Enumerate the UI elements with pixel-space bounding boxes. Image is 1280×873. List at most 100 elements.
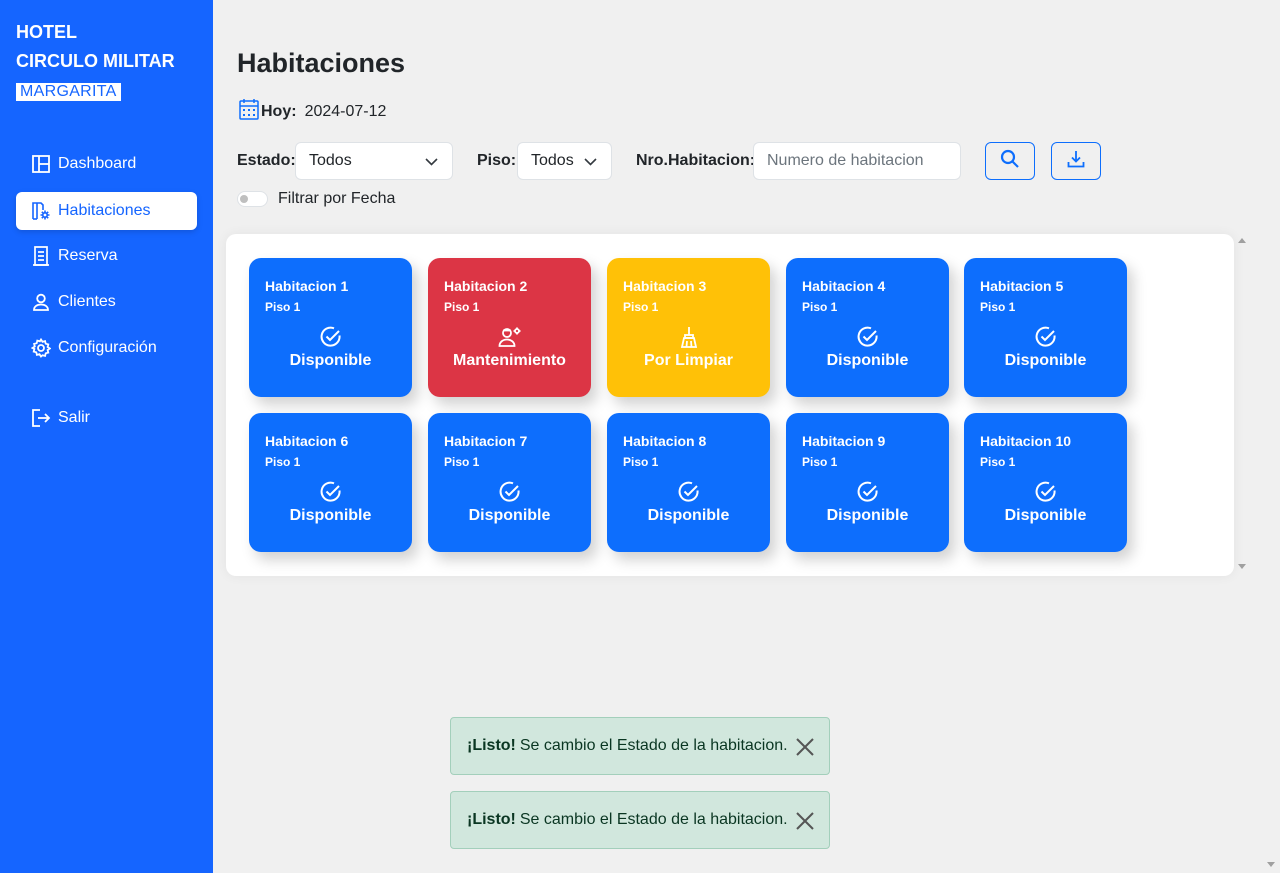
- room-name: Habitacion 5: [980, 278, 1064, 294]
- room-name: Habitacion 3: [623, 278, 707, 294]
- room-name: Habitacion 4: [802, 278, 886, 294]
- sidebar-item-habitaciones[interactable]: Habitaciones: [16, 192, 197, 230]
- check-circle-icon: [249, 326, 412, 348]
- brand-line-2: CIRCULO MILITAR: [16, 51, 175, 71]
- today-value: 2024-07-12: [304, 102, 387, 120]
- page-title: Habitaciones: [237, 48, 406, 78]
- user-icon: [31, 292, 51, 312]
- room-floor: Piso 1: [802, 300, 838, 314]
- room-name: Habitacion 1: [265, 278, 349, 294]
- success-toast: ¡Listo! Se cambio el Estado de la habita…: [450, 791, 830, 849]
- room-floor: Piso 1: [265, 455, 301, 469]
- check-circle-icon: [428, 481, 591, 503]
- chevron-down-icon: [425, 155, 438, 173]
- room-floor: Piso 1: [623, 455, 659, 469]
- search-icon: [1000, 149, 1020, 174]
- estado-label: Estado:: [237, 152, 296, 169]
- room-card[interactable]: Habitacion 8 Piso 1 Disponible: [607, 413, 770, 552]
- room-floor: Piso 1: [980, 455, 1016, 469]
- sidebar-item-clientes[interactable]: Clientes: [16, 283, 197, 321]
- sidebar-item-label: Reserva: [58, 247, 118, 264]
- room-card[interactable]: Habitacion 5 Piso 1 Disponible: [964, 258, 1127, 397]
- toast-strong: ¡Listo!: [467, 811, 516, 828]
- sidebar: HOTEL CIRCULO MILITAR MARGARITA Dashboar…: [0, 0, 213, 873]
- success-toast: ¡Listo! Se cambio el Estado de la habita…: [450, 717, 830, 775]
- receipt-icon: [31, 246, 51, 266]
- today-label: Hoy:: [261, 102, 297, 120]
- room-status: Mantenimiento: [453, 352, 566, 369]
- room-card[interactable]: Habitacion 9 Piso 1 Disponible: [786, 413, 949, 552]
- room-card[interactable]: Habitacion 6 Piso 1 Disponible: [249, 413, 412, 552]
- nro-habitacion-input[interactable]: [753, 142, 961, 180]
- calendar-icon: [239, 98, 259, 125]
- estado-select[interactable]: Todos: [295, 142, 453, 180]
- brand-line-3: MARGARITA: [16, 83, 121, 101]
- maintenance-icon: [428, 326, 591, 348]
- brand: HOTEL CIRCULO MILITAR MARGARITA: [16, 18, 175, 105]
- room-card[interactable]: Habitacion 1 Piso 1 Disponible: [249, 258, 412, 397]
- room-card[interactable]: Habitacion 10 Piso 1 Disponible: [964, 413, 1127, 552]
- date-filter-toggle[interactable]: [237, 191, 268, 207]
- layout-icon: [31, 154, 51, 174]
- check-circle-icon: [786, 481, 949, 503]
- toast-strong: ¡Listo!: [467, 737, 516, 754]
- filters-bar: Estado: Todos Piso: Todos Nro.Habitacion…: [237, 142, 1137, 180]
- piso-label: Piso:: [477, 152, 517, 169]
- check-circle-icon: [786, 326, 949, 348]
- date-filter-row: Filtrar por Fecha: [237, 190, 395, 208]
- room-name: Habitacion 6: [265, 433, 349, 449]
- toast-message: Se cambio el Estado de la habitacion.: [519, 811, 788, 828]
- room-card[interactable]: Habitacion 3 Piso 1 Por Limpiar: [607, 258, 770, 397]
- gear-icon: [31, 338, 51, 358]
- sidebar-item-label: Clientes: [58, 293, 116, 310]
- room-status: Disponible: [289, 352, 372, 369]
- room-floor: Piso 1: [623, 300, 659, 314]
- piso-select[interactable]: Todos: [517, 142, 612, 180]
- sidebar-item-salir[interactable]: Salir: [16, 399, 197, 437]
- room-status: Disponible: [1004, 507, 1087, 524]
- download-icon: [1067, 150, 1085, 173]
- check-circle-icon: [607, 481, 770, 503]
- sidebar-item-dashboard[interactable]: Dashboard: [16, 145, 197, 183]
- sidebar-item-configuracion[interactable]: Configuración: [16, 329, 197, 367]
- panel-scroll-up-arrow[interactable]: [1238, 238, 1246, 243]
- room-status: Disponible: [468, 507, 551, 524]
- broom-icon: [607, 326, 770, 348]
- room-status: Disponible: [647, 507, 730, 524]
- panel-scroll-down-arrow[interactable]: [1238, 564, 1246, 569]
- room-floor: Piso 1: [802, 455, 838, 469]
- date-filter-label: Filtrar por Fecha: [278, 190, 396, 207]
- room-name: Habitacion 2: [444, 278, 528, 294]
- download-button[interactable]: [1051, 142, 1101, 180]
- sidebar-item-reserva[interactable]: Reserva: [16, 237, 197, 275]
- room-card[interactable]: Habitacion 2 Piso 1 Mantenimiento: [428, 258, 591, 397]
- room-status: Disponible: [826, 507, 909, 524]
- chevron-down-icon: [584, 155, 597, 173]
- room-floor: Piso 1: [444, 455, 480, 469]
- page-scroll-down-arrow[interactable]: [1267, 862, 1275, 867]
- brand-line-1: HOTEL: [16, 22, 77, 42]
- close-icon[interactable]: [795, 737, 815, 757]
- room-name: Habitacion 10: [980, 433, 1072, 449]
- room-card[interactable]: Habitacion 4 Piso 1 Disponible: [786, 258, 949, 397]
- toast-message: Se cambio el Estado de la habitacion.: [519, 737, 788, 754]
- piso-select-value: Todos: [531, 152, 574, 169]
- room-card[interactable]: Habitacion 7 Piso 1 Disponible: [428, 413, 591, 552]
- check-circle-icon: [964, 481, 1127, 503]
- room-name: Habitacion 9: [802, 433, 886, 449]
- estado-select-value: Todos: [309, 152, 352, 169]
- room-name: Habitacion 7: [444, 433, 528, 449]
- sidebar-item-label: Dashboard: [58, 155, 137, 172]
- nro-habitacion-label: Nro.Habitacion:: [636, 152, 756, 169]
- today-indicator: Hoy: 2024-07-12: [239, 98, 386, 125]
- close-icon[interactable]: [795, 811, 815, 831]
- check-circle-icon: [249, 481, 412, 503]
- sidebar-item-label: Salir: [58, 409, 91, 426]
- logout-icon: [31, 408, 51, 428]
- sidebar-item-label: Habitaciones: [58, 202, 151, 219]
- room-status: Disponible: [289, 507, 372, 524]
- sidebar-item-label: Configuración: [58, 339, 157, 356]
- search-button[interactable]: [985, 142, 1035, 180]
- room-status: Disponible: [826, 352, 909, 369]
- room-floor: Piso 1: [265, 300, 301, 314]
